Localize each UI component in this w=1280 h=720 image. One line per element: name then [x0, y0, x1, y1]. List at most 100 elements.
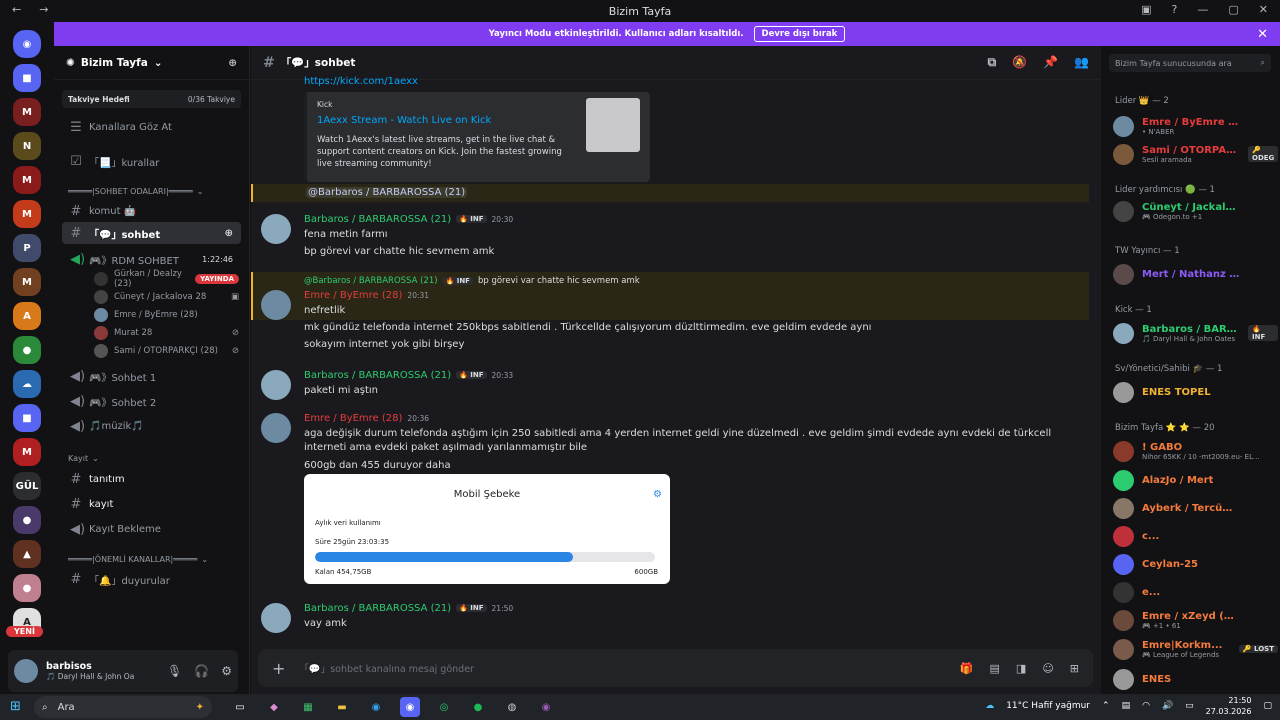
close-window-icon[interactable]: ✕ — [1259, 3, 1268, 16]
channel-kayit[interactable]: # kayıt — [62, 492, 241, 517]
forward-arrow-icon[interactable]: → — [39, 3, 48, 16]
channel-sohbet[interactable]: # 「💬」sohbet ⊕ — [62, 222, 241, 244]
taskbar-search[interactable]: ⌕ Ara ✦ — [34, 696, 212, 718]
avatar[interactable] — [261, 214, 291, 244]
boost-goal[interactable]: Takviye Hedefi 0/36 Takviye — [62, 90, 241, 108]
browse-channels[interactable]: ☰ Kanallara Göz At — [62, 116, 241, 138]
server-icon[interactable]: ● — [13, 336, 41, 364]
server-icon[interactable]: ● — [13, 506, 41, 534]
member-item[interactable]: Emre / ByEmre (28)• N'ABER — [1113, 113, 1278, 139]
server-icon[interactable]: M — [13, 268, 41, 296]
reply-preview[interactable]: @Barbaros / BARBAROSSA (21) 🔥 INF bp görev… — [304, 274, 1089, 288]
member-item[interactable]: Ceylan-25 — [1113, 551, 1278, 577]
voice-user[interactable]: Cüneyt / Jackalova 28 ▣ — [54, 288, 249, 306]
maximize-icon[interactable]: ▢ — [1228, 3, 1238, 16]
server-icon[interactable]: ■ — [13, 404, 41, 432]
store-icon[interactable]: ▦ — [298, 697, 318, 717]
voice-user[interactable]: Emre / ByEmre (28) — [54, 306, 249, 324]
copilot-icon[interactable]: ◆ — [264, 697, 284, 717]
member-item[interactable]: Emre|Korkm... 🎮 League of Legends 🔑 LOST — [1113, 636, 1278, 662]
member-item[interactable]: c... — [1113, 523, 1278, 549]
message-composer[interactable]: + 「💬」sohbet kanalına mesaj gönder 🎁 ▤ ◨ … — [258, 649, 1093, 687]
back-arrow-icon[interactable]: ← — [12, 3, 21, 16]
clock[interactable]: 21:50 27.03.2026 — [1206, 695, 1252, 717]
windows-start-icon[interactable]: ⊞ — [10, 699, 21, 714]
voice-user[interactable]: Murat 28 ⊘ — [54, 324, 249, 342]
gif-icon[interactable]: ▤ — [990, 662, 1000, 675]
notifications-icon[interactable]: ▢ — [1263, 701, 1272, 711]
server-icon[interactable]: A — [13, 302, 41, 330]
voice-kayit-bekleme[interactable]: ◀) Kayıt Bekleme — [62, 517, 241, 542]
server-icon[interactable]: N — [13, 132, 41, 160]
server-icon[interactable]: ● — [13, 574, 41, 602]
server-icon[interactable]: M — [13, 166, 41, 194]
apps-icon[interactable]: ⊞ — [1070, 662, 1079, 675]
member-item[interactable]: ENES — [1113, 666, 1278, 692]
message-author[interactable]: Barbaros / BARBAROSSA (21) — [304, 370, 451, 381]
voice-rdm[interactable]: ◀) 🎮》RDM SOHBET 1:22:46 — [62, 248, 241, 270]
task-view-icon[interactable]: ▭ — [230, 697, 250, 717]
add-member-icon[interactable]: ⊕ — [225, 228, 233, 239]
message-input[interactable]: 「💬」sohbet kanalına mesaj gönder — [299, 661, 474, 675]
server-header[interactable]: ✺ Bizim Tayfa ⌄ ⊕ — [54, 46, 249, 80]
member-item[interactable]: Barbaros / BARBAROSSA🎵 Daryl Hall & John… — [1113, 320, 1278, 346]
voice-user[interactable]: Sami / OTORPARKÇI (28) ⊘ — [54, 342, 249, 360]
tray-apps-icon[interactable]: ▤ — [1122, 701, 1131, 711]
messenger-icon[interactable]: ◉ — [536, 697, 556, 717]
embed-thumbnail[interactable] — [586, 98, 640, 152]
file-explorer-icon[interactable]: ▬ — [332, 697, 352, 717]
pinned-icon[interactable]: 📌 — [1043, 55, 1058, 70]
message-author[interactable]: Barbaros / BARBAROSSA (21) — [304, 214, 451, 225]
message-author[interactable]: Emre / ByEmre (28) — [304, 413, 402, 424]
channel-kurallar[interactable]: ☑ 「📃」kurallar — [62, 150, 241, 172]
wifi-icon[interactable]: ◠ — [1142, 701, 1150, 711]
avatar[interactable] — [14, 659, 38, 683]
server-icon[interactable]: M — [13, 438, 41, 466]
voice-muzik[interactable]: ◀) 🎵müzik🎵 — [62, 414, 241, 439]
weather[interactable]: 11°C Hafif yağmur — [1006, 701, 1090, 711]
member-item[interactable]: Sami / OTORPARKÇISesli aramada 🔑 ODEG — [1113, 141, 1279, 167]
member-item[interactable]: ENES TOPEL — [1113, 379, 1278, 405]
server-icon[interactable]: ▲ — [13, 540, 41, 568]
headphones-icon[interactable]: 🎧 — [194, 664, 209, 678]
voice-sohbet2[interactable]: ◀) 🎮》Sohbet 2 — [62, 389, 241, 414]
spotify-icon[interactable]: ● — [468, 697, 488, 717]
help-icon[interactable]: ? — [1172, 3, 1178, 16]
battery-icon[interactable]: ▭ — [1185, 701, 1194, 711]
plus-icon[interactable]: + — [272, 659, 285, 678]
server-icon[interactable]: M — [13, 200, 41, 228]
mention[interactable]: @Barbaros / BARBAROSSA (21) — [306, 187, 468, 198]
message-author[interactable]: Barbaros / BARBAROSSA (21) — [304, 603, 451, 614]
sticker-icon[interactable]: ◨ — [1016, 662, 1026, 675]
edge-icon[interactable]: ◉ — [366, 697, 386, 717]
voice-user[interactable]: Gürkan / Dealzy (23) YAYINDA — [54, 269, 249, 289]
volume-icon[interactable]: 🔊 — [1162, 701, 1173, 711]
notifications-muted-icon[interactable]: 🔕 — [1012, 55, 1027, 70]
threads-icon[interactable]: ⧉ — [988, 55, 997, 70]
avatar[interactable] — [261, 413, 291, 443]
server-search[interactable]: Bizim Tayfa sunucusunda ara ⌕ — [1109, 54, 1271, 72]
member-item[interactable]: Ayberk / Tercüment (28) — [1113, 495, 1278, 521]
server-icon[interactable]: ■ — [13, 64, 41, 92]
member-item[interactable]: Cüneyt / Jackalova 28🎮 Odegon.to +1 — [1113, 198, 1278, 224]
avatar[interactable] — [261, 290, 291, 320]
settings-gear-icon[interactable]: ⚙ — [221, 664, 232, 678]
disable-streamer-mode-button[interactable]: Devre dışı bırak — [753, 26, 846, 42]
channel-tanitim[interactable]: # tanıtım — [62, 467, 241, 492]
avatar[interactable] — [261, 370, 291, 400]
member-item[interactable]: Emre / xZeyd (20) 🎮 +1 • 61 — [1113, 607, 1278, 633]
gift-icon[interactable]: 🎁 — [960, 662, 974, 675]
server-icon[interactable]: M — [13, 98, 41, 126]
discord-home-icon[interactable]: ◉ — [13, 30, 41, 58]
message-author[interactable]: Emre / ByEmre (28) — [304, 290, 402, 301]
member-item[interactable]: e... — [1113, 579, 1278, 605]
channel-komut[interactable]: # komut 🤖 — [62, 200, 241, 222]
avatar[interactable] — [261, 603, 291, 633]
close-banner-icon[interactable]: ✕ — [1257, 27, 1268, 42]
member-item[interactable]: AlazJo / Mert — [1113, 467, 1278, 493]
member-item[interactable]: ! GABO Nihor 65KK / 10 -mt2009.eu- EL... — [1113, 438, 1278, 464]
category-onemli[interactable]: ═════|ÖNEMLİ KANALLAR|═════ ⌄ — [54, 550, 249, 568]
inbox-icon[interactable]: ▣ — [1141, 3, 1151, 16]
member-list-icon[interactable]: 👥 — [1074, 55, 1089, 70]
steam-icon[interactable]: ◍ — [502, 697, 522, 717]
